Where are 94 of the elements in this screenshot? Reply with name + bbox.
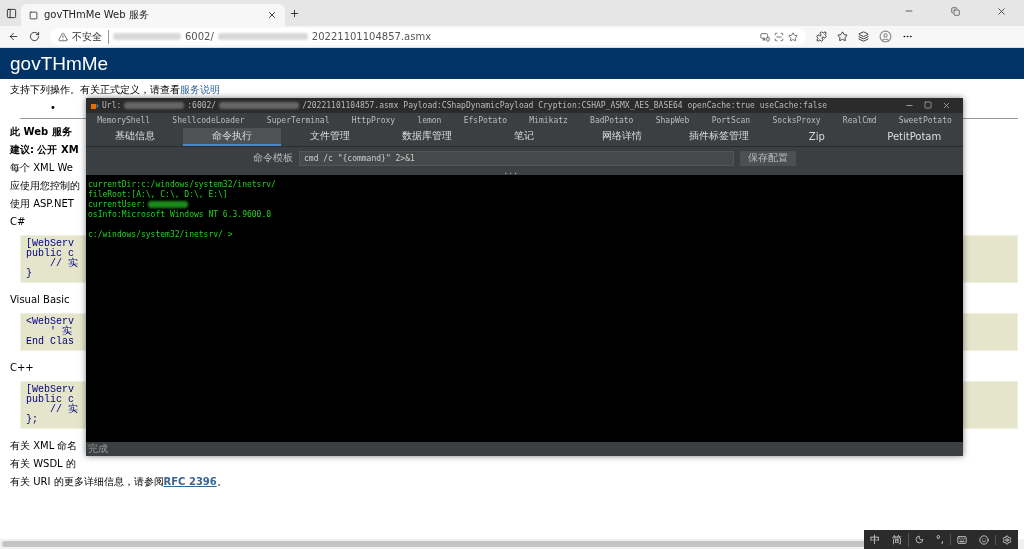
- paragraph: C#: [10, 216, 26, 227]
- paragraph: 每个 XML We: [10, 162, 73, 173]
- plugin-tab[interactable]: Mimikatz: [527, 115, 570, 126]
- section-heading: 建议: 公开 XM: [10, 144, 79, 155]
- plugin-tab[interactable]: SocksProxy: [770, 115, 823, 126]
- back-icon[interactable]: [8, 31, 19, 42]
- template-field[interactable]: cmd /c "{command}" 2>&1: [299, 150, 734, 166]
- code-line: };: [26, 415, 38, 425]
- new-tab-icon[interactable]: [289, 7, 300, 19]
- service-link[interactable]: 服务说明: [180, 84, 220, 95]
- maximize-icon[interactable]: [924, 101, 932, 109]
- code-line: // 实: [50, 405, 78, 415]
- warning-icon: [58, 31, 68, 42]
- main-tab[interactable]: 笔记: [475, 128, 574, 146]
- main-tab[interactable]: 网络详情: [573, 128, 671, 146]
- tab-title: govTHmMe Web 服务: [44, 8, 150, 22]
- template-label: 命令模板: [253, 151, 293, 165]
- main-tab[interactable]: 基础信息: [86, 128, 184, 146]
- code-line: public c: [26, 395, 74, 405]
- main-tab[interactable]: PetitPotam: [865, 128, 963, 146]
- redaction-mark: [113, 33, 181, 40]
- paragraph: 有关 WSDL 的: [10, 458, 76, 469]
- code-line: <WebServ: [26, 317, 74, 327]
- main-tab[interactable]: 插件标签管理: [670, 128, 769, 146]
- redaction-mark: [147, 200, 188, 208]
- terminal-line: fileRoot:[A:\, C:\, D:\, E:\]: [88, 189, 228, 199]
- code-line: End Clas: [26, 337, 74, 347]
- period: 。: [216, 476, 227, 487]
- plugin-tab[interactable]: lemon: [415, 115, 444, 126]
- security-label: 不安全: [72, 29, 109, 44]
- code-line: ' 实: [50, 327, 72, 337]
- favorites-icon[interactable]: [837, 31, 848, 42]
- splitter-handle[interactable]: ...: [503, 167, 518, 175]
- paragraph: 有关 XML 命名: [10, 440, 78, 451]
- plugin-tab[interactable]: SuperTerminal: [264, 115, 332, 126]
- page-title: govTHmMe: [10, 52, 109, 75]
- tab-actions-icon[interactable]: [6, 7, 17, 19]
- browser-tab[interactable]: govTHmMe Web 服务: [21, 4, 285, 26]
- url-text: 6002/: [185, 31, 214, 42]
- code-line: // 实: [50, 259, 78, 269]
- scan-icon[interactable]: [774, 31, 784, 42]
- restore-icon: [950, 6, 960, 16]
- plugin-tab[interactable]: SweetPotato: [896, 115, 954, 126]
- plugin-tab[interactable]: ShapWeb: [653, 115, 692, 126]
- code-line: [WebServ: [26, 239, 74, 249]
- url-text: 20221101104857.asmx: [311, 31, 432, 42]
- close-icon: [995, 5, 1007, 17]
- save-button[interactable]: 保存配置: [740, 150, 796, 166]
- terminal-line: c:/windows/system32/inetsrv/ >: [88, 229, 233, 239]
- ime-script-button[interactable]: 简: [885, 532, 909, 547]
- close-tab-icon[interactable]: [267, 10, 277, 20]
- ime-mode-button[interactable]: 中: [863, 532, 886, 547]
- plugin-tab[interactable]: ShellcodeLoader: [170, 115, 247, 126]
- plugin-tab[interactable]: BadPotato: [588, 115, 636, 126]
- section-heading: 此 Web 服务: [10, 126, 72, 137]
- plugin-tab[interactable]: MemoryShell: [95, 115, 153, 126]
- main-tab[interactable]: 文件管理: [280, 128, 379, 146]
- bullet: •: [50, 102, 56, 113]
- code-line: }: [26, 269, 32, 279]
- app-icon[interactable]: [760, 31, 770, 42]
- title-text: Url:: [102, 101, 122, 110]
- main-tab[interactable]: 数据库管理: [378, 128, 476, 146]
- title-text: /20221101104857.asmx Payload:CShapDynamicPayload Cryption:CSHAP_ASMX_AES_BASE64 openCache:true useCache:false: [302, 101, 828, 110]
- profile-icon[interactable]: [879, 30, 892, 43]
- main-tab[interactable]: 命令执行: [183, 128, 281, 146]
- extensions-icon[interactable]: [816, 31, 827, 42]
- terminal-line: osInfo:Microsoft Windows NT 6.3.9600.0: [88, 209, 272, 219]
- paragraph: 使用 ASP.NET: [10, 198, 74, 209]
- favorite-icon[interactable]: [788, 31, 798, 42]
- plugin-tab[interactable]: PortScan: [709, 115, 753, 126]
- intro-text: 支持下列操作。有关正式定义，请查看: [10, 84, 180, 95]
- terminal-line: currentUser:: [88, 199, 146, 209]
- redaction-mark: [124, 102, 185, 109]
- paragraph: C++: [10, 362, 34, 373]
- page-icon: [29, 10, 38, 20]
- status-text: 完成: [88, 442, 108, 456]
- paragraph: 有关 URI 的更多详细信息，请参阅: [10, 476, 164, 487]
- code-line: [WebServ: [26, 385, 74, 395]
- title-text: :6002/: [187, 101, 217, 110]
- rfc-link[interactable]: RFC 2396: [163, 476, 217, 487]
- plugin-tab[interactable]: HttpProxy: [349, 115, 398, 126]
- code-line: public c: [26, 249, 74, 259]
- collections-icon[interactable]: [858, 31, 869, 42]
- close-icon[interactable]: [942, 101, 951, 110]
- paragraph: Visual Basic: [10, 294, 70, 305]
- paragraph: 应使用您控制的: [10, 180, 80, 191]
- plugin-tab[interactable]: EfsPotato: [461, 115, 510, 126]
- address-field[interactable]: 不安全 6002/ 20221101104857.asmx: [50, 28, 806, 45]
- cup-icon: [90, 101, 99, 110]
- plugin-tab[interactable]: RealCmd: [840, 115, 879, 126]
- main-tab[interactable]: Zip: [768, 128, 866, 146]
- ime-punct-button[interactable]: °,: [929, 534, 951, 545]
- terminal-line: currentDir:c:/windows/system32/inetsrv/: [88, 179, 276, 189]
- refresh-icon[interactable]: [29, 31, 40, 42]
